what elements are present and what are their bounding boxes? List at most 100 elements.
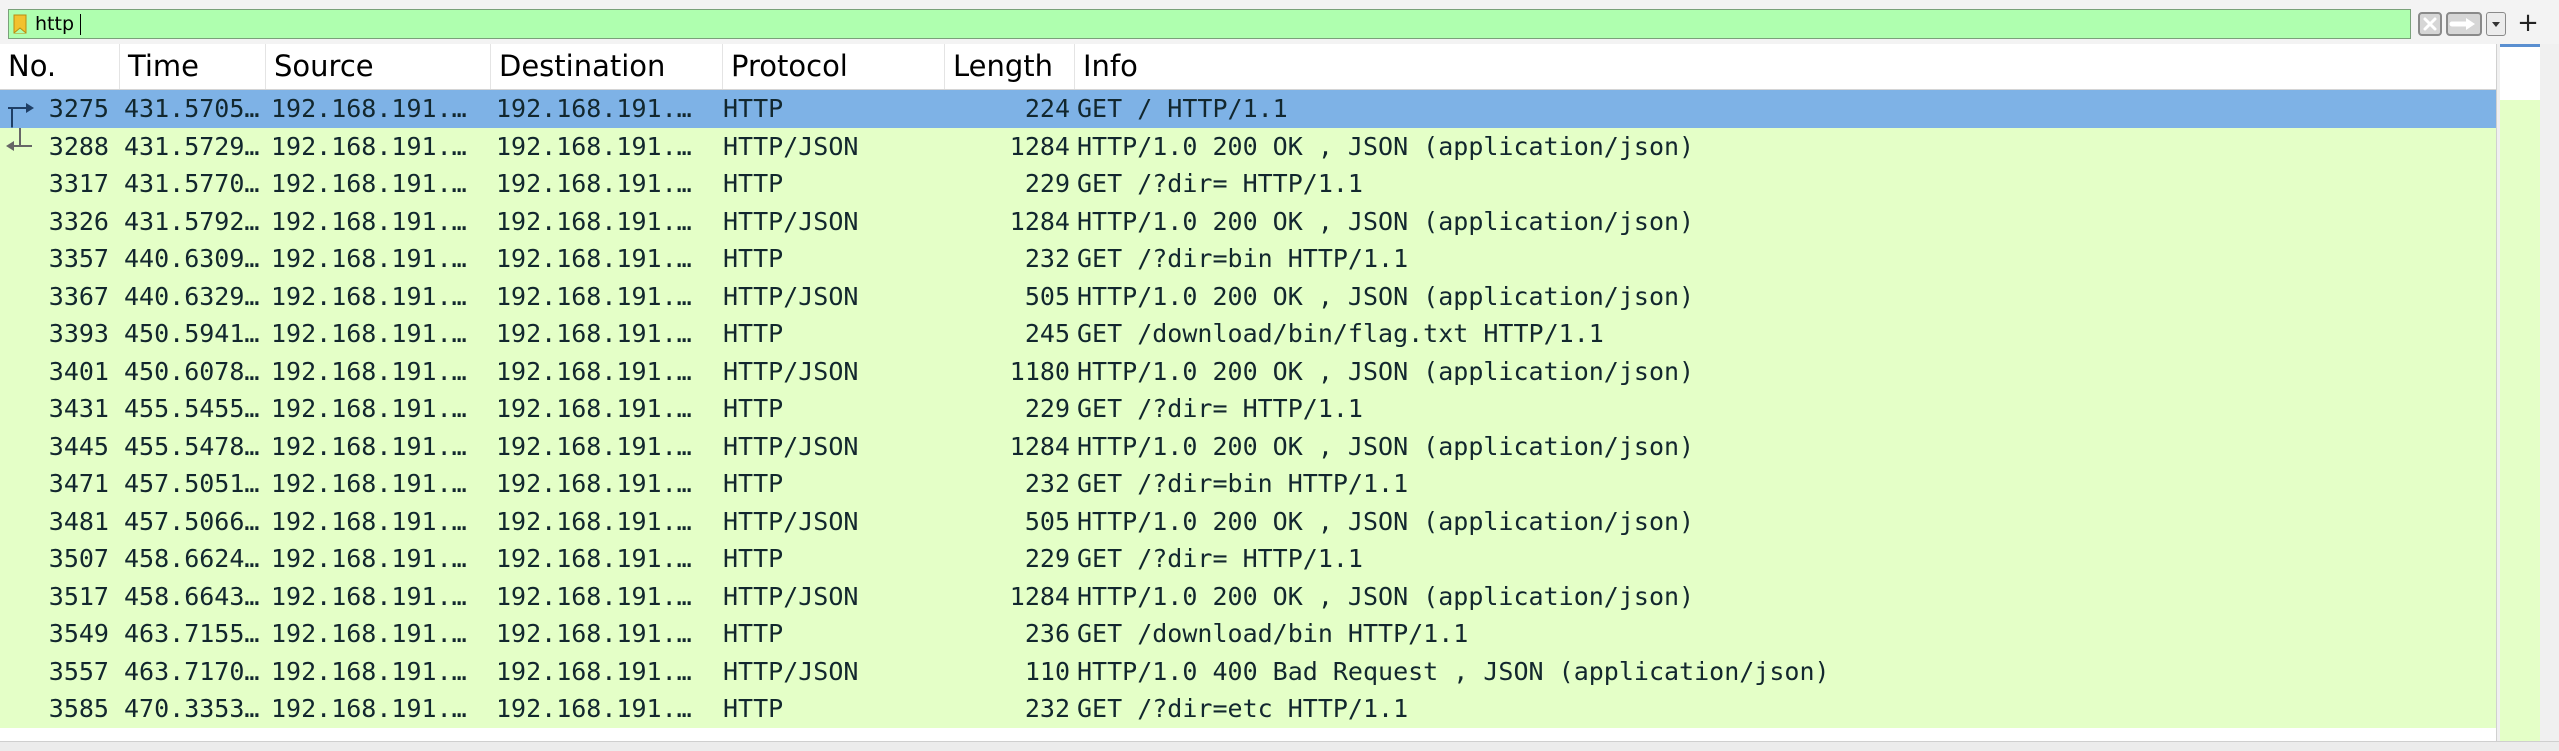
column-header-destination[interactable]: Destination: [491, 44, 723, 89]
cell-protocol: HTTP/JSON: [723, 281, 859, 311]
display-filter-box[interactable]: [8, 9, 2411, 39]
cell-length: 232: [1024, 469, 1070, 498]
cell-length: 229: [1024, 544, 1070, 573]
table-row[interactable]: 3585 470.3353… 192.168.191.… 192.168.191.… H…: [0, 690, 2496, 728]
cell-info: GET /?dir=bin HTTP/1.1: [1077, 244, 1409, 273]
cell-length: 1284: [1009, 131, 1070, 161]
column-header-source[interactable]: Source: [266, 44, 491, 89]
cell-time: 458.6643…: [124, 581, 260, 611]
cell-no: 3549: [48, 619, 109, 648]
cell-source: 192.168.191.…: [271, 619, 467, 648]
apply-filter-button[interactable]: [2446, 12, 2482, 36]
clear-filter-icon: [2423, 17, 2437, 31]
cell-length: 1284: [1009, 206, 1070, 236]
table-row[interactable]: 3471 457.5051… 192.168.191.… 192.168.191.… H…: [0, 465, 2496, 503]
cell-no: 3275: [48, 94, 109, 123]
table-row[interactable]: 3549 463.7155… 192.168.191.… 192.168.191.… H…: [0, 615, 2496, 653]
table-row[interactable]: 3317 431.5770… 192.168.191.… 192.168.191.… H…: [0, 165, 2496, 203]
cell-protocol: HTTP: [723, 619, 784, 648]
table-row[interactable]: 3367 440.6329… 192.168.191.… 192.168.191.… H…: [0, 277, 2496, 315]
cell-protocol: HTTP: [723, 394, 784, 423]
table-row[interactable]: 3275 431.5705… 192.168.191.… 192.168.191.… H…: [0, 90, 2496, 128]
display-filter-input[interactable]: [35, 10, 2335, 38]
cell-destination: 192.168.191.…: [496, 244, 692, 273]
table-row[interactable]: 3393 450.5941… 192.168.191.… 192.168.191.… H…: [0, 315, 2496, 353]
cell-protocol: HTTP/JSON: [723, 206, 859, 236]
table-row[interactable]: 3557 463.7170… 192.168.191.… 192.168.191.… H…: [0, 652, 2496, 690]
cell-time: 463.7155…: [124, 619, 260, 648]
cell-length: 505: [1024, 281, 1070, 311]
cell-info: HTTP/1.0 200 OK , JSON (application/json…: [1077, 206, 1695, 236]
cell-destination: 192.168.191.…: [496, 356, 692, 386]
cell-info: GET /download/bin/flag.txt HTTP/1.1: [1077, 319, 1604, 348]
packet-minimap[interactable]: [2500, 100, 2540, 741]
table-row[interactable]: 3481 457.5066… 192.168.191.… 192.168.191.… H…: [0, 502, 2496, 540]
cell-destination: 192.168.191.…: [496, 281, 692, 311]
column-header-length[interactable]: Length: [945, 44, 1075, 89]
table-row[interactable]: 3445 455.5478… 192.168.191.… 192.168.191.… H…: [0, 427, 2496, 465]
cell-time: 457.5051…: [124, 469, 260, 498]
cell-info: HTTP/1.0 200 OK , JSON (application/json…: [1077, 356, 1695, 386]
table-row[interactable]: 3401 450.6078… 192.168.191.… 192.168.191.… H…: [0, 352, 2496, 390]
bookmark-icon[interactable]: [11, 14, 29, 34]
cell-time: 450.6078…: [124, 356, 260, 386]
text-caret: [80, 14, 81, 35]
cell-info: GET /?dir= HTTP/1.1: [1077, 169, 1363, 198]
cell-time: 457.5066…: [124, 506, 260, 536]
table-row[interactable]: 3326 431.5792… 192.168.191.… 192.168.191.… H…: [0, 202, 2496, 240]
cell-source: 192.168.191.…: [271, 281, 467, 311]
cell-time: 440.6329…: [124, 281, 260, 311]
cell-destination: 192.168.191.…: [496, 619, 692, 648]
cell-destination: 192.168.191.…: [496, 469, 692, 498]
cell-time: 455.5455…: [124, 394, 260, 423]
cell-no: 3401: [48, 356, 109, 386]
cell-time: 431.5792…: [124, 206, 260, 236]
cell-length: 232: [1024, 244, 1070, 273]
cell-protocol: HTTP: [723, 544, 784, 573]
cell-length: 229: [1024, 394, 1070, 423]
cell-length: 1284: [1009, 581, 1070, 611]
cell-source: 192.168.191.…: [271, 394, 467, 423]
cell-destination: 192.168.191.…: [496, 206, 692, 236]
cell-time: 450.5941…: [124, 319, 260, 348]
column-header-no[interactable]: No.: [0, 44, 120, 89]
cell-info: HTTP/1.0 200 OK , JSON (application/json…: [1077, 431, 1695, 461]
column-header-info[interactable]: Info: [1075, 44, 2496, 89]
column-header-protocol[interactable]: Protocol: [723, 44, 945, 89]
cell-no: 3557: [48, 656, 109, 686]
cell-info: HTTP/1.0 200 OK , JSON (application/json…: [1077, 506, 1695, 536]
cell-length: 1180: [1009, 356, 1070, 386]
cell-info: GET /download/bin HTTP/1.1: [1077, 619, 1469, 648]
cell-time: 470.3353…: [124, 694, 260, 723]
table-row[interactable]: 3357 440.6309… 192.168.191.… 192.168.191.… H…: [0, 240, 2496, 278]
column-header-time[interactable]: Time: [120, 44, 266, 89]
table-row[interactable]: 3517 458.6643… 192.168.191.… 192.168.191.… H…: [0, 577, 2496, 615]
add-filter-button[interactable]: +: [2514, 9, 2542, 37]
cell-destination: 192.168.191.…: [496, 656, 692, 686]
table-row[interactable]: 3507 458.6624… 192.168.191.… 192.168.191.… H…: [0, 540, 2496, 578]
cell-no: 3471: [48, 469, 109, 498]
table-row[interactable]: 3431 455.5455… 192.168.191.… 192.168.191.… H…: [0, 390, 2496, 428]
cell-source: 192.168.191.…: [271, 131, 467, 161]
cell-time: 440.6309…: [124, 244, 260, 273]
pane-splitter[interactable]: [0, 741, 2559, 751]
table-row[interactable]: 3288 431.5729… 192.168.191.… 192.168.191.… H…: [0, 127, 2496, 165]
recent-filters-dropdown[interactable]: [2486, 12, 2506, 36]
cell-info: HTTP/1.0 400 Bad Request , JSON (applica…: [1077, 656, 1830, 686]
cell-protocol: HTTP/JSON: [723, 356, 859, 386]
cell-no: 3357: [48, 244, 109, 273]
column-header-row: No. Time Source Destination Protocol Len…: [0, 44, 2496, 90]
cell-destination: 192.168.191.…: [496, 544, 692, 573]
cell-length: 232: [1024, 694, 1070, 723]
cell-no: 3317: [48, 169, 109, 198]
cell-protocol: HTTP/JSON: [723, 656, 859, 686]
cell-no: 3507: [48, 544, 109, 573]
cell-protocol: HTTP/JSON: [723, 506, 859, 536]
cell-protocol: HTTP/JSON: [723, 581, 859, 611]
cell-info: HTTP/1.0 200 OK , JSON (application/json…: [1077, 131, 1695, 161]
chevron-down-icon: [2492, 22, 2500, 27]
cell-source: 192.168.191.…: [271, 244, 467, 273]
cell-info: GET /?dir=etc HTTP/1.1: [1077, 694, 1409, 723]
clear-filter-button[interactable]: [2418, 12, 2442, 36]
scrollbar-thumb[interactable]: [2500, 44, 2540, 100]
